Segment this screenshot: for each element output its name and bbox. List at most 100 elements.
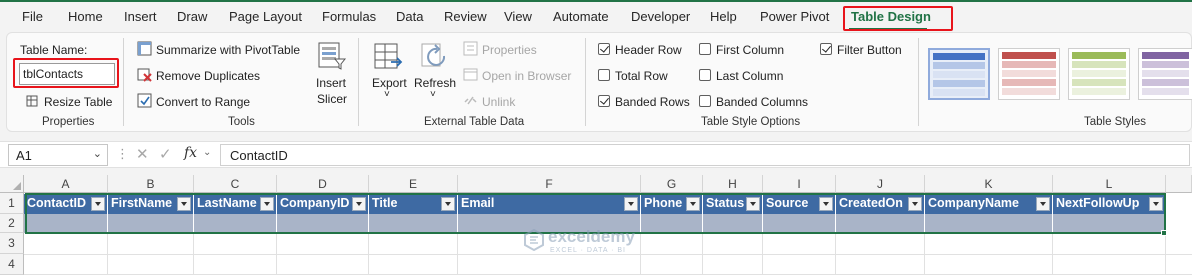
total-row-checkbox[interactable] <box>598 69 610 81</box>
banded-columns-checkbox[interactable] <box>699 95 711 107</box>
watermark-text: exceldemy <box>548 227 635 246</box>
gridline <box>702 233 703 275</box>
gridline <box>1052 233 1053 275</box>
resize-table-label: Resize Table <box>44 95 113 109</box>
tab-draw[interactable]: Draw <box>177 9 207 24</box>
gridline <box>835 233 836 275</box>
last-column-checkbox[interactable] <box>699 69 711 81</box>
tab-file[interactable]: File <box>22 9 43 24</box>
chevron-down-icon[interactable]: ⌄ <box>203 147 211 158</box>
chevron-down-icon[interactable]: ⌄ <box>93 147 102 160</box>
tab-insert[interactable]: Insert <box>124 9 157 24</box>
column-header-l[interactable]: L <box>1053 175 1166 193</box>
convert-range-label: Convert to Range <box>156 95 251 109</box>
name-box[interactable]: A1 ⌄ <box>8 144 108 166</box>
column-header-e[interactable]: E <box>369 175 458 193</box>
column-header-i[interactable]: I <box>763 175 836 193</box>
convert-range-icon <box>137 93 152 108</box>
gridline <box>276 233 277 275</box>
confirm-icon[interactable]: ✓ <box>159 145 172 163</box>
first-column-label: First Column <box>716 43 785 57</box>
column-header-f[interactable]: F <box>458 175 641 193</box>
column-header-d[interactable]: D <box>277 175 369 193</box>
column-header-a[interactable]: A <box>24 175 108 193</box>
group-label-properties: Properties <box>42 116 95 128</box>
summarize-label: Summarize with PivotTable <box>156 43 301 57</box>
pivottable-icon <box>137 41 152 56</box>
row-header-1[interactable]: 1 <box>0 193 24 214</box>
formula-input[interactable]: ContactID <box>220 144 1190 166</box>
group-label-table-styles: Table Styles <box>1084 116 1147 128</box>
tab-power-pivot[interactable]: Power Pivot <box>760 9 829 24</box>
tab-home[interactable]: Home <box>68 9 103 24</box>
fill-handle[interactable] <box>1161 230 1167 236</box>
banded-rows-label: Banded Rows <box>615 95 690 109</box>
chevron-down-icon: ˅ <box>384 89 390 100</box>
name-box-value: A1 <box>16 148 32 163</box>
group-separator <box>585 38 586 126</box>
column-header-g[interactable]: G <box>641 175 703 193</box>
open-in-browser-label: Open in Browser <box>482 69 572 83</box>
column-header-partial[interactable] <box>1166 175 1192 193</box>
column-header-h[interactable]: H <box>703 175 763 193</box>
filter-button-label: Filter Button <box>837 43 902 57</box>
filter-button-checkbox[interactable] <box>820 43 832 55</box>
chevron-down-icon: ˅ <box>430 89 436 100</box>
last-column-label: Last Column <box>716 69 784 83</box>
tab-formulas[interactable]: Formulas <box>322 9 376 24</box>
gridline <box>107 233 108 275</box>
gridline <box>368 233 369 275</box>
refresh-label: Refresh <box>414 76 457 90</box>
header-row-checkbox[interactable] <box>598 43 610 55</box>
highlight-table-design-tab <box>843 6 953 31</box>
gridline <box>1165 233 1166 275</box>
header-row-label: Header Row <box>615 43 682 57</box>
column-header-j[interactable]: J <box>836 175 925 193</box>
formula-bar: A1 ⌄ ⋮ ✕ ✓ fx ⌄ ContactID <box>0 141 1192 168</box>
row-header-4[interactable]: 4 <box>0 254 24 275</box>
table-style-swatch-green[interactable] <box>1068 48 1130 100</box>
first-column-checkbox[interactable] <box>699 43 711 55</box>
export-icon <box>374 43 403 69</box>
tab-page-layout[interactable]: Page Layout <box>229 9 302 24</box>
tab-developer[interactable]: Developer <box>631 9 690 24</box>
row-header-3[interactable]: 3 <box>0 233 24 254</box>
browser-icon <box>463 68 478 81</box>
table-style-swatch-blue[interactable] <box>928 48 990 100</box>
column-header-b[interactable]: B <box>108 175 194 193</box>
gridline <box>457 233 458 275</box>
gridline <box>924 233 925 275</box>
more-options-icon: ⋮ <box>116 146 129 161</box>
gridline <box>193 233 194 275</box>
refresh-icon <box>421 43 446 67</box>
remove-duplicates-icon <box>137 68 152 82</box>
table-style-swatch-purple[interactable] <box>1138 48 1192 100</box>
tab-view[interactable]: View <box>504 9 532 24</box>
banded-rows-checkbox[interactable] <box>598 95 610 107</box>
unlink-icon <box>464 96 477 105</box>
tab-data[interactable]: Data <box>396 9 423 24</box>
unlink-label: Unlink <box>482 95 516 109</box>
group-label-external: External Table Data <box>424 116 525 128</box>
group-separator <box>358 38 359 126</box>
group-separator <box>123 38 124 126</box>
insert-slicer-label-1: Insert <box>316 76 347 90</box>
select-all-corner[interactable] <box>0 175 24 193</box>
table-name-label: Table Name: <box>20 43 88 57</box>
ribbon-tab-bar: File Home Insert Draw Page Layout Formul… <box>0 2 1192 32</box>
tab-automate[interactable]: Automate <box>553 9 609 24</box>
remove-duplicates-label: Remove Duplicates <box>156 69 261 83</box>
insert-function-icon[interactable]: fx <box>184 145 197 161</box>
worksheet-grid: ABCDEFGHIJKL 1 2 3 4 ContactID FirstName L… <box>0 175 1192 275</box>
tab-help[interactable]: Help <box>710 9 737 24</box>
gridline <box>24 254 1192 255</box>
properties-label: Properties <box>482 43 537 57</box>
cancel-icon[interactable]: ✕ <box>136 145 149 163</box>
gridline <box>762 233 763 275</box>
tab-review[interactable]: Review <box>444 9 487 24</box>
column-header-c[interactable]: C <box>194 175 277 193</box>
row-header-2[interactable]: 2 <box>0 214 24 233</box>
column-header-k[interactable]: K <box>925 175 1053 193</box>
properties-icon <box>463 41 478 56</box>
table-style-swatch-red[interactable] <box>998 48 1060 100</box>
